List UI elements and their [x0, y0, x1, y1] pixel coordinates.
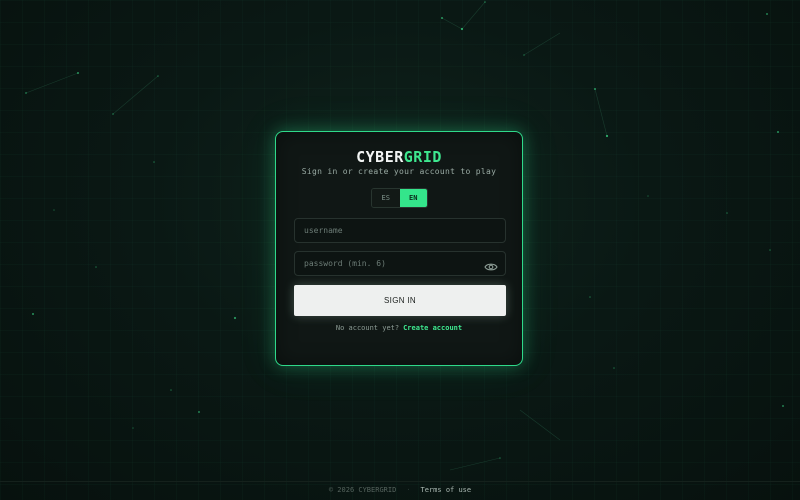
login-card: CYBERGRID Sign in or create your account…: [275, 131, 523, 366]
brand-logo: CYBERGRID: [276, 148, 522, 166]
language-toggle: ES EN: [371, 188, 428, 208]
eye-icon: [484, 263, 498, 271]
create-account-link[interactable]: Create account: [403, 324, 462, 332]
footer-divider: [0, 481, 800, 482]
register-prompt-text: No account yet?: [335, 324, 400, 332]
logo-part-cyber: CYBER: [356, 148, 404, 166]
password-field-wrapper: [294, 251, 506, 276]
page-footer: © 2026 CYBERGRID · Terms of use: [0, 486, 800, 494]
login-subtitle: Sign in or create your account to play: [301, 167, 497, 176]
register-prompt-row: No account yet? Create account: [276, 324, 522, 332]
username-input[interactable]: [295, 219, 505, 242]
language-option-en[interactable]: EN: [399, 189, 427, 207]
username-field-wrapper: [294, 218, 506, 243]
sign-in-button[interactable]: SIGN IN: [294, 285, 506, 316]
logo-part-grid: GRID: [403, 148, 442, 166]
terms-of-use-link[interactable]: Terms of use: [421, 486, 472, 494]
password-visibility-toggle[interactable]: [484, 258, 498, 271]
language-option-es[interactable]: ES: [372, 189, 400, 207]
password-input[interactable]: [295, 252, 505, 275]
footer-separator: ·: [406, 486, 411, 494]
footer-copyright: © 2026 CYBERGRID: [328, 486, 397, 494]
